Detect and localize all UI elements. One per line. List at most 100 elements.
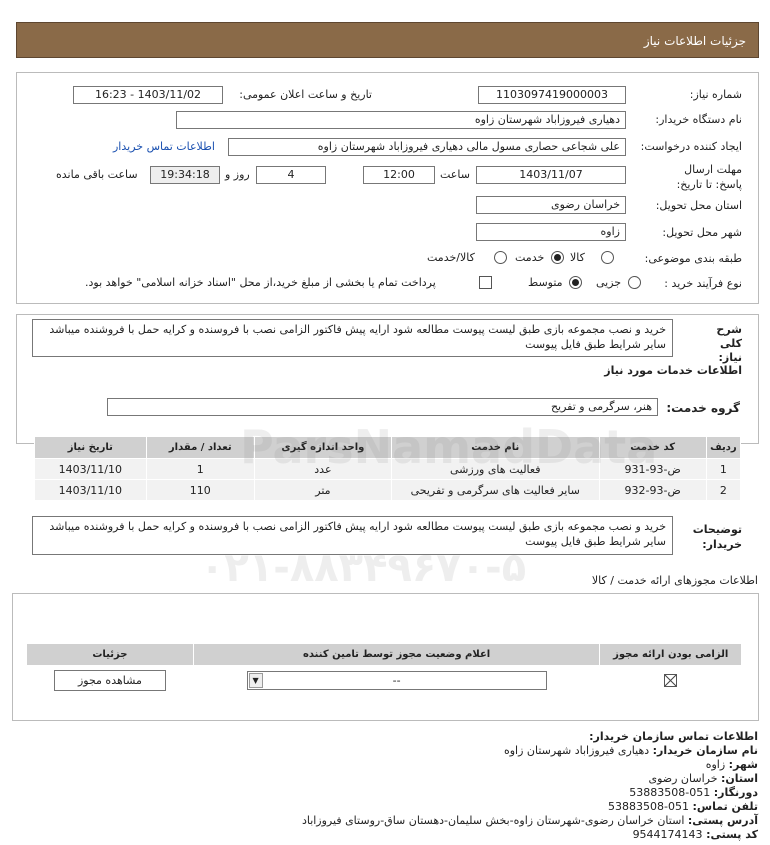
category-radio-goods-service[interactable] [494,251,507,264]
city-field: زاوه [476,223,626,241]
contact-address: آدرس پستی: استان خراسان رضوی-شهرستان زاو… [302,814,758,827]
days-label: روز و [225,168,250,181]
col-permit-details: جزئیات [26,643,194,666]
contact-province-value: خراسان رضوی [648,772,718,785]
remaining-label: ساعت باقی مانده [56,168,138,181]
permit-required-cell [599,665,742,696]
contact-fax: دورنگار: 051-53883508 [629,786,758,799]
cell-row-number: 2 [705,479,742,501]
cell-unit: متر [253,479,392,501]
category-radio-goods[interactable] [601,251,614,264]
process-option-medium: متوسط [528,276,563,289]
category-option-goods: کالا [570,251,585,264]
announce-label: تاریخ و ساعت اعلان عمومی: [239,88,372,101]
deadline-label: مهلت ارسال پاسخ: تا تاریخ: [676,163,742,191]
province-field: خراسان رضوی [476,196,626,214]
summary-text-box: خرید و نصب مجموعه بازی طبق لیست پیوست مط… [32,319,673,357]
process-radio-minor[interactable] [628,276,641,289]
cell-service-name: فعالیت های ورزشی [390,458,600,480]
creator-label: ایجاد کننده درخواست: [640,140,742,153]
cell-quantity: 110 [145,479,255,501]
chevron-down-icon: ▼ [248,673,263,688]
announce-field: 1403/11/02 - 16:23 [73,86,223,104]
contact-title: اطلاعات تماس سازمان خریدار: [589,730,758,743]
process-label: نوع فرآیند خرید : [664,277,742,290]
permits-table-header: الزامی بودن ارائه مجوز اعلام وضعیت مجوز … [26,643,742,666]
contact-address-label: آدرس پستی: [687,814,758,827]
col-service-name: نام خدمت [390,436,600,459]
deadline-date-field: 1403/11/07 [476,166,626,184]
contact-city: شهر: زاوه [706,758,758,771]
cell-quantity: 1 [145,458,255,480]
cell-need-date: 1403/11/10 [34,458,147,480]
col-need-date: تاریخ نیاز [34,436,147,459]
contact-postal-label: کد پستی: [706,828,758,841]
contact-address-value: استان خراسان رضوی-شهرستان زاوه-بخش سلیما… [301,814,685,827]
table-row: -- ▼ مشاهده مجوز [26,665,742,696]
category-label: طبقه بندی موضوعی: [644,252,742,265]
contact-province: استان: خراسان رضوی [648,772,758,785]
table-row: 1 ض-93-931 فعالیت های ورزشی عدد 1 1403/1… [34,458,742,480]
services-table: ردیف کد خدمت نام خدمت واحد اندازه گیری ت… [34,436,742,501]
category-option-goods-service: کالا/خدمت [427,251,475,264]
permits-table: الزامی بودن ارائه مجوز اعلام وضعیت مجوز … [26,643,742,696]
category-option-service: خدمت [515,251,545,264]
col-service-code: کد خدمت [598,436,707,459]
col-unit: واحد اندازه گیری [253,436,392,459]
page-header: جزئیات اطلاعات نیاز [16,22,759,58]
contact-org-label: نام سازمان خریدار: [652,744,758,757]
contact-postal: کد پستی: 9544174143 [633,828,758,841]
contact-phone-value: 051-53883508 [608,800,690,813]
col-quantity: تعداد / مقدار [145,436,255,459]
services-section-title: اطلاعات خدمات مورد نیاز [604,364,742,377]
permit-status-cell: -- ▼ [192,665,601,696]
services-table-header: ردیف کد خدمت نام خدمت واحد اندازه گیری ت… [34,436,742,459]
contact-phone: تلفن تماس: 051-53883508 [608,800,758,813]
contact-province-label: استان: [721,772,758,785]
table-row: 2 ض-93-932 سایر فعالیت های سرگرمی و تفری… [34,479,742,501]
contact-fax-label: دورنگار: [713,786,758,799]
contact-city-label: شهر: [728,758,758,771]
contact-fax-value: 051-53883508 [629,786,711,799]
permit-status-value: -- [392,674,401,687]
contact-phone-label: تلفن تماس: [692,800,758,813]
need-number-label: شماره نیاز: [689,88,742,101]
deadline-time-label: ساعت [440,168,470,181]
cell-row-number: 1 [705,458,742,480]
cell-need-date: 1403/11/10 [34,479,147,501]
col-permit-status: اعلام وضعیت مجوز توسط تامین کننده [192,643,601,666]
deadline-time-field: 12:00 [363,166,435,184]
view-permit-button[interactable]: مشاهده مجوز [53,670,166,691]
buyer-org-label: نام دستگاه خریدار: [655,113,742,126]
buyer-notes-label: توضیحات خریدار: [692,523,742,551]
cell-service-name: سایر فعالیت های سرگرمی و تفریحی [390,479,600,501]
col-row-number: ردیف [705,436,742,459]
cell-unit: عدد [253,458,392,480]
buyer-contact-link[interactable]: اطلاعات تماس خریدار [113,140,215,153]
city-label: شهر محل تحویل: [662,226,742,239]
cell-service-code: ض-93-932 [598,479,707,501]
process-radio-medium[interactable] [569,276,582,289]
service-group-label: گروه خدمت: [666,401,740,415]
province-label: استان محل تحویل: [655,199,742,212]
cell-service-code: ض-93-931 [598,458,707,480]
permit-required-checkbox [664,674,678,688]
category-radio-service[interactable] [551,251,564,264]
details-panel [16,72,759,304]
permit-status-select[interactable]: -- ▼ [246,671,547,690]
remaining-time-field: 19:34:18 [150,166,220,184]
buyer-org-field: دهیاری فیروزاباد شهرستان زاوه [176,111,626,129]
contact-city-value: زاوه [705,758,726,771]
permit-details-cell: مشاهده مجوز [26,665,194,696]
treasury-payment-checkbox[interactable] [479,276,492,289]
permits-section-title: اطلاعات مجوزهای ارائه خدمت / کالا [591,574,758,587]
page-title: جزئیات اطلاعات نیاز [643,34,746,48]
treasury-payment-note: پرداخت تمام یا بخشی از مبلغ خرید،از محل … [85,276,436,289]
contact-org-value: دهیاری فیروزاباد شهرستان زاوه [503,744,650,757]
col-permit-required: الزامی بودن ارائه مجوز [599,643,742,666]
process-option-minor: جزیی [596,276,622,289]
service-group-field: هنر، سرگرمی و تفریح [107,398,658,416]
need-number-field: 1103097419000003 [478,86,626,104]
buyer-notes-box: خرید و نصب مجموعه بازی طبق لیست پیوست مط… [32,516,673,555]
days-field: 4 [256,166,326,184]
